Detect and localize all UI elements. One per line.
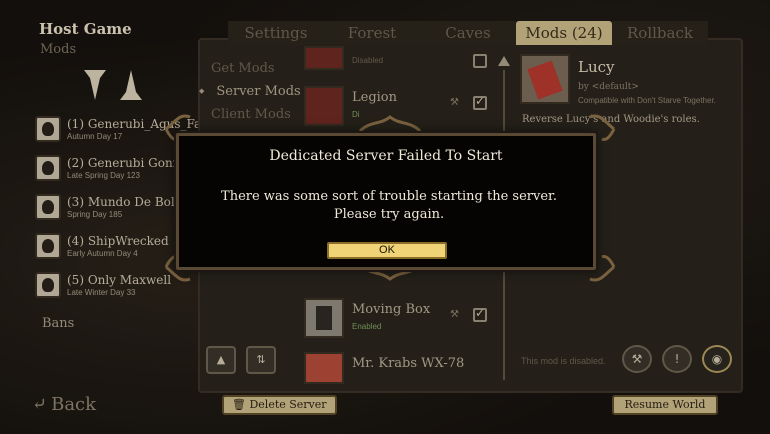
ok-button[interactable]: OK [327,242,447,259]
dialog-title: Dedicated Server Failed To Start [269,148,503,164]
error-dialog: Dedicated Server Failed To Start There w… [176,133,596,270]
dialog-message: There was some sort of trouble starting … [221,189,557,222]
